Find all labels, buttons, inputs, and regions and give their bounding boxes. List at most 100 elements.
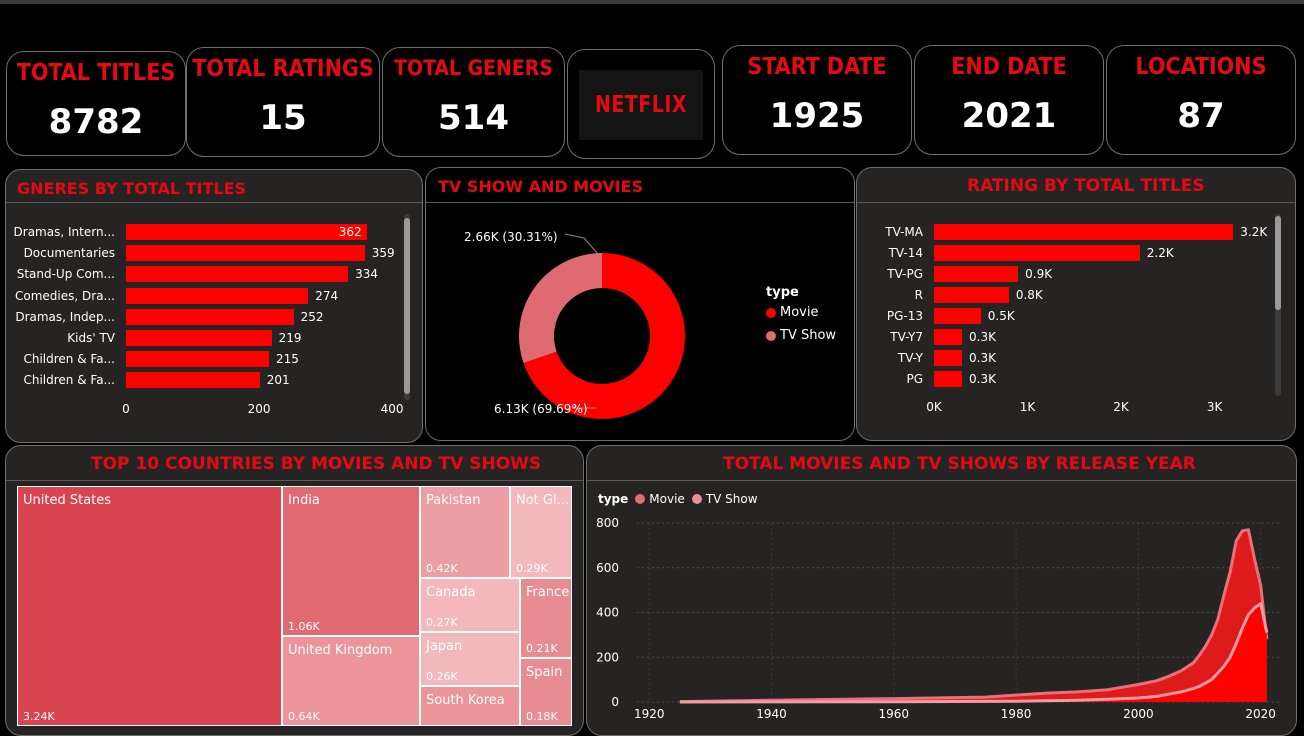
countries-title: TOP 10 COUNTRIES BY MOVIES AND TV SHOWS: [91, 454, 542, 474]
treemap-tile[interactable]: India 1.06K: [282, 486, 420, 636]
kpi-value: 2021: [961, 96, 1057, 136]
bar: [934, 371, 963, 387]
x-tick-label: 1960: [879, 707, 910, 721]
logo-text: NETFLIX: [594, 91, 688, 119]
x-tick-label: 1K: [1019, 400, 1036, 414]
logo-card: NETFLIX: [567, 49, 715, 159]
treemap-tile[interactable]: Not Gi... 0.29K: [510, 486, 572, 578]
scrollbar-thumb[interactable]: [1275, 216, 1281, 310]
bar-category-label: TV-Y7: [890, 330, 923, 344]
bar-value-label: 0.5K: [987, 309, 1015, 323]
x-tick-label: 2000: [1123, 707, 1154, 721]
bar: [126, 351, 269, 368]
treemap-tile[interactable]: Canada 0.27K: [420, 578, 520, 632]
bar: [934, 329, 963, 345]
legend-title: type: [766, 285, 799, 300]
legend-label: Movie: [780, 305, 819, 320]
treemap-tile[interactable]: United States 3.24K: [17, 486, 282, 726]
bar-value-label: 359: [371, 246, 395, 261]
treemap-country-label: India: [288, 493, 320, 508]
bar-category-label: PG: [906, 372, 923, 386]
bar-value-label: 334: [355, 267, 379, 282]
bar-category-label: TV-Y: [897, 351, 923, 365]
x-tick-label: 200: [247, 402, 271, 416]
divider: [857, 202, 1295, 203]
kpi-value: 1925: [769, 96, 865, 136]
y-tick-label: 0: [611, 695, 619, 709]
bar: [126, 308, 294, 325]
bar-category-label: Dramas, Indep...: [15, 309, 115, 324]
treemap-country-label: Pakistan: [426, 493, 481, 508]
divider: [6, 202, 422, 203]
rating-panel: RATING BY TOTAL TITLES TV-MA 3.2K TV-14 2.2…: [856, 167, 1296, 441]
genres-panel: GNERES BY TOTAL TITLES Dramas, Intern...…: [5, 169, 423, 443]
scrollbar-thumb[interactable]: [404, 218, 410, 394]
bar-category-label: TV-MA: [885, 225, 923, 239]
treemap-value-label: 0.29K: [516, 562, 548, 575]
x-tick-label: 1940: [756, 707, 787, 721]
legend-item-tv-show[interactable]: TV Show: [766, 328, 836, 343]
area-chart: 0 200 400 600 800 1920 1940 1960 1980 2000 2020: [596, 516, 1279, 721]
bar-value-label: 0.3K: [969, 372, 996, 386]
treemap-country-label: South Korea: [426, 693, 505, 708]
top-strip: [0, 0, 1304, 4]
netflix-logo: NETFLIX: [579, 70, 703, 140]
treemap-value-label: 0.64K: [288, 710, 320, 723]
treemap-value-label: 3.24K: [23, 710, 55, 723]
legend-label: TV Show: [780, 328, 837, 343]
bar: [934, 224, 1234, 240]
bar-category-label: Documentaries: [23, 246, 115, 261]
bar: [126, 372, 260, 389]
x-tick-label: 1920: [634, 707, 665, 721]
kpi-locations: LOCATIONS 87: [1106, 45, 1296, 155]
y-tick-label: 800: [596, 516, 619, 530]
divider: [6, 480, 583, 481]
bar-value-label: 2.2K: [1146, 246, 1174, 260]
kpi-value: 15: [259, 98, 307, 138]
bar: [126, 287, 309, 304]
y-tick-label: 600: [596, 561, 619, 575]
treemap-value-label: 0.26K: [426, 670, 458, 683]
bar: [934, 266, 1019, 282]
kpi-value: 87: [1177, 96, 1225, 136]
treemap-value-label: 0.42K: [426, 562, 458, 575]
treemap-tile[interactable]: Japan 0.26K: [420, 632, 520, 686]
y-tick-label: 200: [596, 650, 619, 664]
x-tick-label: 0K: [926, 400, 942, 414]
bar-value-label: 274: [315, 288, 339, 303]
leader-line: [564, 233, 599, 255]
kpi-label: END DATE: [951, 54, 1067, 80]
legend-item-movie[interactable]: Movie: [766, 305, 836, 320]
bar-value-label: 0.9K: [1025, 267, 1053, 281]
bar-category-label: R: [914, 288, 923, 302]
x-tick-label: 0: [122, 402, 130, 416]
x-tick-label: 3K: [1206, 400, 1223, 414]
area-movie[interactable]: [679, 529, 1267, 702]
bar: [934, 308, 981, 324]
bar-category-label: Stand-Up Com...: [16, 267, 115, 282]
tv-show-dot-icon: [766, 330, 776, 341]
bar-category-label: TV-PG: [887, 267, 923, 281]
bar-value-label: 201: [266, 373, 290, 388]
kpi-label: START DATE: [747, 54, 887, 80]
kpi-total-geners: TOTAL GENERS 514: [382, 47, 565, 157]
genres-title: GNERES BY TOTAL TITLES: [17, 179, 247, 198]
donut-slice-tv-show[interactable]: [519, 253, 602, 363]
type-panel: TV SHOW AND MOVIES 2.66K (30.31%) 6.13K …: [425, 167, 855, 441]
y-tick-label: 400: [596, 606, 619, 620]
bar: [126, 266, 349, 283]
treemap-tile[interactable]: United Kingdom 0.64K: [282, 636, 420, 726]
treemap-tile[interactable]: Pakistan 0.42K: [420, 486, 510, 578]
bar: [126, 330, 272, 346]
treemap-tile[interactable]: South Korea: [420, 686, 520, 726]
x-tick-label: 2020: [1245, 707, 1276, 721]
bar-value-label: 252: [300, 309, 324, 324]
treemap-country-label: France: [526, 585, 570, 600]
treemap-tile[interactable]: Spain 0.18K: [520, 658, 572, 726]
countries-panel: TOP 10 COUNTRIES BY MOVIES AND TV SHOWS …: [5, 445, 584, 736]
bar: [126, 245, 365, 262]
bar: [934, 350, 963, 366]
bar-category-label: TV-14: [888, 246, 923, 260]
treemap-tile[interactable]: France 0.21K: [520, 578, 572, 658]
treemap-country-label: Japan: [426, 639, 463, 654]
